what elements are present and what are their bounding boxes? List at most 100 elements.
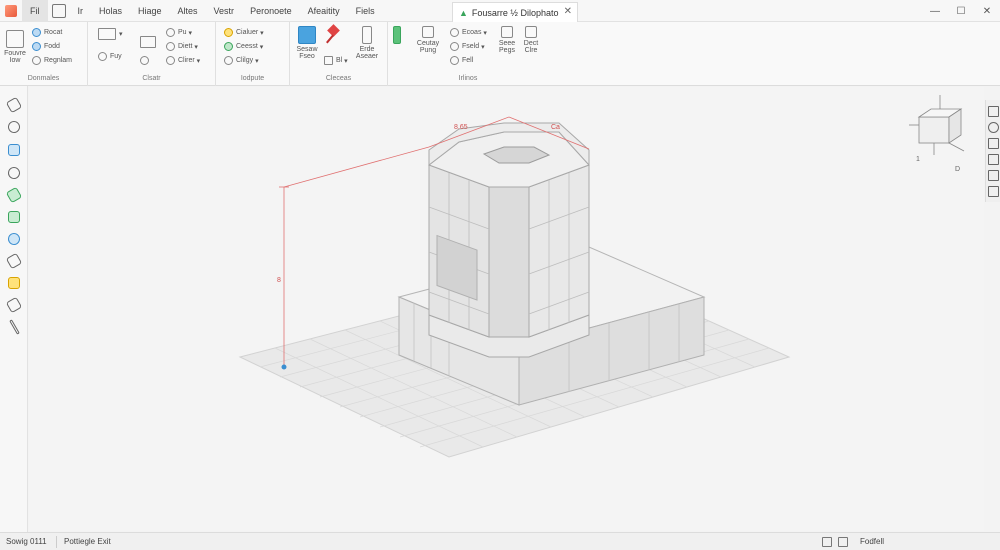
pen-icon[interactable]: [988, 138, 999, 149]
new-view-icon: [6, 30, 24, 48]
lightning-icon[interactable]: [988, 186, 999, 197]
bl-label: Bl: [336, 57, 343, 64]
erde-aseaer-button[interactable]: Erde Aseaer: [352, 26, 382, 60]
layout-button[interactable]: ▾: [98, 28, 123, 40]
expand-icon[interactable]: [988, 106, 999, 117]
line-tool-icon[interactable]: [5, 318, 23, 336]
chart-icon[interactable]: [988, 170, 999, 181]
diett-label: Diett: [178, 43, 193, 50]
menu-item-activity[interactable]: Afeaitity: [300, 0, 348, 22]
ribbon-group-clsatr: ▾ Fuy Pu ▾ Diett ▾ Clirer ▾ Clsatr: [88, 22, 216, 86]
dimension-label-top-right: Ca: [551, 124, 560, 131]
fuy-label: Fuy: [110, 53, 122, 60]
model-canvas[interactable]: 8.65 Ca 8 1 D: [29, 87, 984, 531]
brush-tool-icon[interactable]: [5, 296, 23, 314]
fseld-label: Fseld: [462, 43, 480, 50]
ceesst-label: Ceesst: [236, 43, 258, 50]
pencil-tool-icon[interactable]: [5, 96, 23, 114]
link-button[interactable]: [140, 56, 152, 65]
clilgy-button[interactable]: Clilgy ▾: [224, 56, 259, 65]
green-bar-icon: [393, 26, 401, 44]
grid-tool-icon[interactable]: [5, 208, 23, 226]
sesaw-fseo-button[interactable]: Sesaw Fseo: [294, 26, 320, 60]
status-right: Fodfell: [860, 537, 885, 546]
fseld-icon: [450, 42, 459, 51]
grid-icon[interactable]: [988, 154, 999, 165]
close-window-button[interactable]: ✕: [974, 0, 1000, 22]
menu-item-fields[interactable]: Fiels: [348, 0, 383, 22]
fell-icon: [450, 56, 459, 65]
search-tool-icon[interactable]: [5, 164, 23, 182]
3d-viewport[interactable]: 8.65 Ca 8 1 D: [29, 87, 984, 531]
menu-item-alter[interactable]: Altes: [170, 0, 206, 22]
rocat-button[interactable]: Rocat: [32, 28, 62, 37]
edit-tool-icon[interactable]: [5, 252, 23, 270]
document-tab-label: Fousarre ½ Dilophato: [471, 7, 559, 18]
cialuer-button[interactable]: Cialuer ▾: [224, 28, 264, 37]
clirer-icon: [166, 56, 175, 65]
seee-pegs-button[interactable]: Seee Pegs: [496, 26, 518, 54]
menu-item-file[interactable]: Fil: [22, 0, 48, 22]
bl-button[interactable]: Bl ▾: [324, 56, 348, 65]
close-tab-icon[interactable]: ✕: [564, 6, 572, 17]
ecoas-button[interactable]: Ecoas ▾: [450, 28, 487, 37]
ribbon-group-cleceas: Sesaw Fseo Bl ▾ Erde Aseaer Cleceas: [290, 22, 388, 86]
clilgy-label: Clilgy: [236, 57, 254, 64]
ribbon-group-label: Irlinos: [458, 75, 478, 82]
ribbon-group-label: Clsatr: [142, 75, 161, 82]
erde-aseaer-icon: [362, 26, 372, 44]
pu-button[interactable]: Pu ▾: [166, 28, 192, 37]
menu-item-home[interactable]: Holas: [91, 0, 130, 22]
status-mid: Pottiegle Exit: [64, 537, 111, 546]
building-tower: [427, 122, 590, 358]
status-grid-icon[interactable]: [822, 537, 832, 547]
menu-item-view[interactable]: Vestr: [206, 0, 243, 22]
menu-item-ir[interactable]: Ir: [70, 0, 92, 22]
undo-icon[interactable]: [988, 122, 999, 133]
right-toolbar: [985, 100, 1000, 202]
cad-application: Fil Ir Holas Hiage Altes Vestr Peronoete…: [0, 0, 1000, 550]
menu-item-image[interactable]: Hiage: [130, 0, 170, 22]
annotation-tool-icon[interactable]: [5, 274, 23, 292]
save-icon[interactable]: [51, 3, 66, 18]
layer-tool-icon[interactable]: [5, 141, 23, 159]
ribbon-group-iodpute: Cialuer ▾ Ceesst ▾ Clilgy ▾ Iodpute: [216, 22, 290, 86]
fell-label: Fell: [462, 57, 474, 64]
chart-tool-icon[interactable]: [5, 186, 23, 204]
document-icon: ▲: [459, 7, 468, 18]
status-snap-icon[interactable]: [838, 537, 848, 547]
regnlam-button[interactable]: Regnlam: [32, 56, 72, 65]
brush-icon: [98, 52, 107, 61]
orbit-tool-icon[interactable]: [5, 230, 23, 248]
rocat-label: Rocat: [44, 29, 63, 36]
fell-button[interactable]: Fell: [450, 56, 473, 65]
menu-item-properties[interactable]: Peronoete: [242, 0, 300, 22]
clirer-button[interactable]: Clirer ▾: [166, 56, 200, 65]
mail-button[interactable]: [140, 36, 159, 48]
dect-clre-button[interactable]: Dect Clre: [520, 26, 542, 54]
app-logo[interactable]: [0, 0, 22, 22]
seee-pegs-label: Seee Pegs: [498, 40, 516, 54]
green-bar-button[interactable]: [390, 26, 404, 46]
section-view-icon: [298, 26, 316, 44]
fuy-button[interactable]: Fuy: [98, 52, 122, 61]
view-cube[interactable]: [909, 95, 965, 155]
new-view-button[interactable]: Fouvre Iow: [4, 30, 26, 64]
ecoas-label: Ecoas: [462, 29, 482, 36]
diett-button[interactable]: Diett ▾: [166, 42, 198, 51]
zoom-tool-icon[interactable]: [5, 118, 23, 136]
fodd-button[interactable]: Fodd: [32, 42, 60, 51]
document-tab[interactable]: ▲ Fousarre ½ Dilophato ✕: [452, 2, 578, 22]
status-divider: [56, 536, 57, 548]
clilgy-icon: [224, 56, 233, 65]
fseld-button[interactable]: Fseld ▾: [450, 42, 485, 51]
ceesst-button[interactable]: Ceesst ▾: [224, 42, 263, 51]
ribbon-group-donmales: Fouvre Iow Rocat Fodd Regnlam Donmales: [0, 22, 88, 86]
maximize-button[interactable]: ☐: [948, 0, 974, 22]
pin-button[interactable]: [324, 26, 342, 46]
ceutay-pung-button[interactable]: Ceutay Pung: [412, 26, 444, 54]
minimize-button[interactable]: —: [922, 0, 948, 22]
clirer-label: Clirer: [178, 57, 195, 64]
origin-marker[interactable]: [281, 364, 287, 370]
dimension-label-side: 8: [277, 277, 281, 284]
